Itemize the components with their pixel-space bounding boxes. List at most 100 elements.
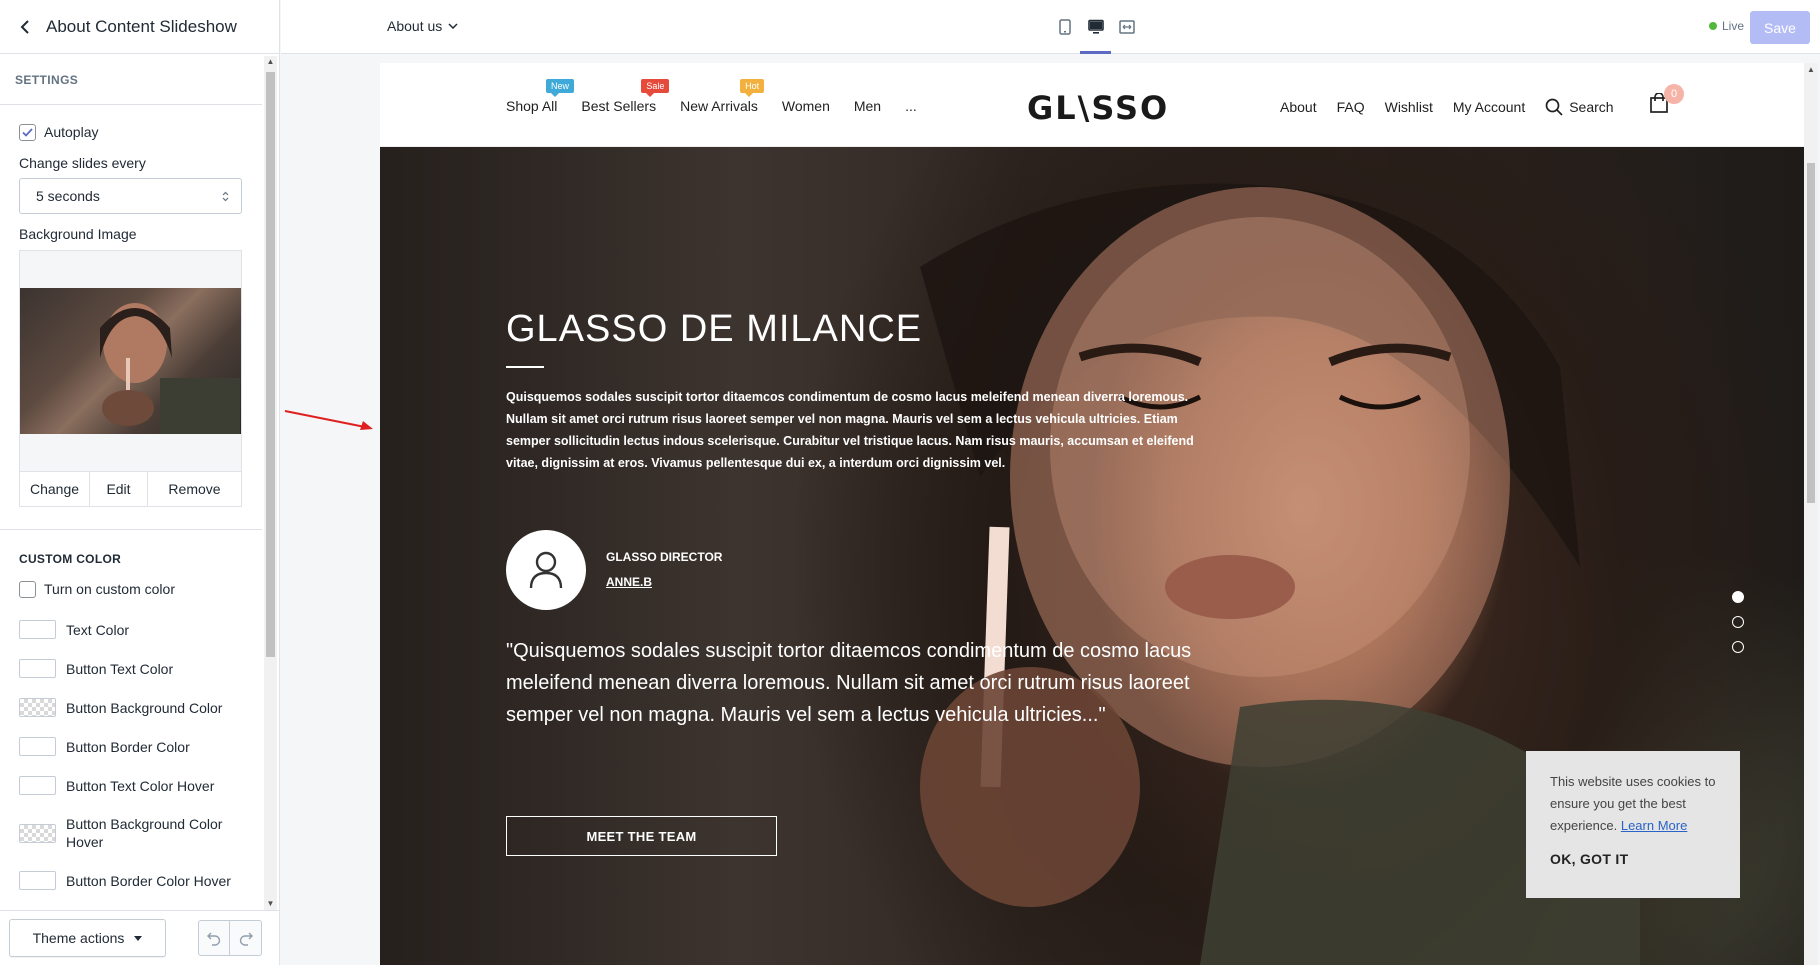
background-image-thumbnail	[20, 288, 241, 434]
slide-dot[interactable]	[1732, 591, 1744, 603]
color-setting-row[interactable]: Button Background Color Hover	[19, 815, 243, 851]
autoplay-checkbox[interactable]	[19, 123, 36, 141]
nav-item[interactable]: Hot New Arrivals	[680, 79, 765, 114]
color-setting-label: Text Color	[66, 621, 130, 638]
nav-item[interactable]: Sale Best Sellers	[581, 79, 670, 114]
back-arrow-icon[interactable]	[14, 16, 36, 38]
nav-item-label: New Arrivals	[680, 98, 758, 114]
nav-badge: New	[546, 79, 575, 97]
color-swatch[interactable]	[19, 698, 56, 717]
cookie-accept-button[interactable]: OK, GOT IT	[1550, 851, 1716, 867]
nav-badge: Sale	[641, 79, 670, 97]
director-name[interactable]: ANNE.B	[606, 575, 652, 589]
store-preview[interactable]: New Shop All Sale Best Sellers Hot New Arriva…	[380, 63, 1804, 965]
scroll-down-icon[interactable]: ▼	[264, 898, 277, 910]
preview-scroll-thumb[interactable]	[1807, 163, 1815, 503]
color-swatch[interactable]	[19, 737, 56, 756]
search-icon	[1545, 98, 1563, 116]
nav-item-label: Shop All	[506, 98, 558, 114]
page-selector[interactable]: About us	[387, 18, 458, 34]
cookie-text: This website uses cookies to ensure you …	[1550, 771, 1716, 837]
nav-item[interactable]: Women	[782, 98, 830, 114]
custom-color-toggle-row[interactable]: Turn on custom color	[19, 578, 243, 600]
store-header: New Shop All Sale Best Sellers Hot New Arriva…	[380, 63, 1804, 147]
theme-actions-button[interactable]: Theme actions	[9, 919, 166, 957]
preview-scroll-up-icon[interactable]: ▲	[1804, 65, 1818, 74]
page-selector-label: About us	[387, 18, 443, 34]
color-setting-row[interactable]: Button Text Color Hover	[19, 776, 243, 795]
nav-item[interactable]: ...	[905, 98, 917, 114]
slide-dot[interactable]	[1732, 641, 1744, 653]
title-underline	[506, 366, 544, 368]
color-setting-label: Button Background Color Hover	[66, 816, 223, 850]
save-button[interactable]: Save	[1750, 11, 1810, 44]
color-setting-row[interactable]: Button Border Color	[19, 737, 243, 756]
cart-count-badge: 0	[1664, 84, 1684, 104]
user-icon	[529, 551, 563, 589]
color-setting-list: Text Color Button Text Color Button Backgr…	[19, 620, 243, 890]
color-swatch[interactable]	[19, 620, 56, 639]
sidebar-scrollbar[interactable]: ▲ ▼	[264, 56, 277, 910]
color-setting-row[interactable]: Button Border Color Hover	[19, 871, 243, 890]
redo-button[interactable]	[230, 920, 262, 956]
remove-image-button[interactable]: Remove	[148, 471, 241, 506]
change-slides-value: 5 seconds	[36, 188, 100, 204]
mobile-view-button[interactable]	[1049, 0, 1080, 54]
annotation-arrow-icon	[284, 410, 373, 430]
settings-section-title: SETTINGS	[0, 55, 262, 105]
color-setting-label: Button Border Color	[66, 738, 190, 755]
meet-the-team-button[interactable]: MEET THE TEAM	[506, 816, 777, 856]
color-setting-row[interactable]: Text Color	[19, 620, 243, 639]
color-setting-label: Button Text Color	[66, 660, 174, 677]
color-setting-label: Button Border Color Hover	[66, 872, 231, 889]
director-role: GLASSO DIRECTOR	[606, 550, 723, 564]
color-swatch[interactable]	[19, 776, 56, 795]
sidebar-scroll-area[interactable]: SETTINGS Autoplay Change slides every 5 …	[0, 55, 278, 910]
nav-item[interactable]: Men	[854, 98, 881, 114]
nav-about[interactable]: About	[1280, 99, 1317, 115]
edit-image-button[interactable]: Edit	[90, 471, 148, 506]
store-nav-right: About FAQ Wishlist My Account Search	[1280, 98, 1634, 116]
caret-down-icon	[134, 935, 143, 941]
slide-dots	[1732, 591, 1744, 666]
learn-more-link[interactable]: Learn More	[1621, 818, 1687, 833]
autoplay-checkbox-row[interactable]: Autoplay	[19, 121, 243, 143]
change-slides-label: Change slides every	[19, 155, 146, 171]
nav-badge: Hot	[740, 79, 765, 97]
fullscreen-view-button[interactable]	[1111, 0, 1142, 54]
desktop-icon	[1087, 19, 1104, 34]
undo-icon	[207, 932, 221, 946]
cart-button[interactable]: 0	[1650, 84, 1684, 118]
sidebar-scroll-thumb[interactable]	[266, 72, 275, 657]
scroll-up-icon[interactable]: ▲	[264, 56, 277, 68]
color-setting-label: Button Background Color	[66, 699, 223, 716]
slide-dot[interactable]	[1732, 616, 1744, 628]
chevron-down-icon	[448, 23, 458, 29]
custom-color-toggle-label: Turn on custom color	[44, 581, 175, 597]
background-image-preview	[19, 250, 242, 472]
select-arrows-icon	[222, 191, 229, 201]
store-logo[interactable]: GL\SSO	[1027, 89, 1169, 127]
nav-wishlist[interactable]: Wishlist	[1385, 99, 1433, 115]
mobile-icon	[1058, 19, 1071, 35]
autoplay-label: Autoplay	[44, 124, 99, 140]
change-image-button[interactable]: Change	[20, 471, 90, 506]
nav-faq[interactable]: FAQ	[1337, 99, 1365, 115]
color-setting-row[interactable]: Button Background Color	[19, 698, 243, 717]
custom-color-checkbox[interactable]	[19, 580, 36, 598]
nav-item-label: Men	[853, 98, 882, 114]
undo-button[interactable]	[198, 920, 230, 956]
nav-search[interactable]: Search	[1545, 98, 1614, 116]
nav-my-account[interactable]: My Account	[1453, 99, 1525, 115]
search-label: Search	[1569, 99, 1614, 115]
desktop-view-button[interactable]	[1080, 0, 1111, 54]
color-setting-row[interactable]: Button Text Color	[19, 659, 243, 678]
color-swatch[interactable]	[19, 871, 56, 890]
editor-topbar: About us Live Save	[281, 0, 1820, 54]
color-swatch[interactable]	[19, 823, 56, 843]
color-swatch[interactable]	[19, 659, 56, 678]
nav-item[interactable]: New Shop All	[506, 79, 575, 114]
change-slides-select[interactable]: 5 seconds	[19, 178, 242, 214]
preview-scrollbar[interactable]: ▲	[1804, 63, 1818, 965]
live-status-dot	[1709, 22, 1717, 30]
